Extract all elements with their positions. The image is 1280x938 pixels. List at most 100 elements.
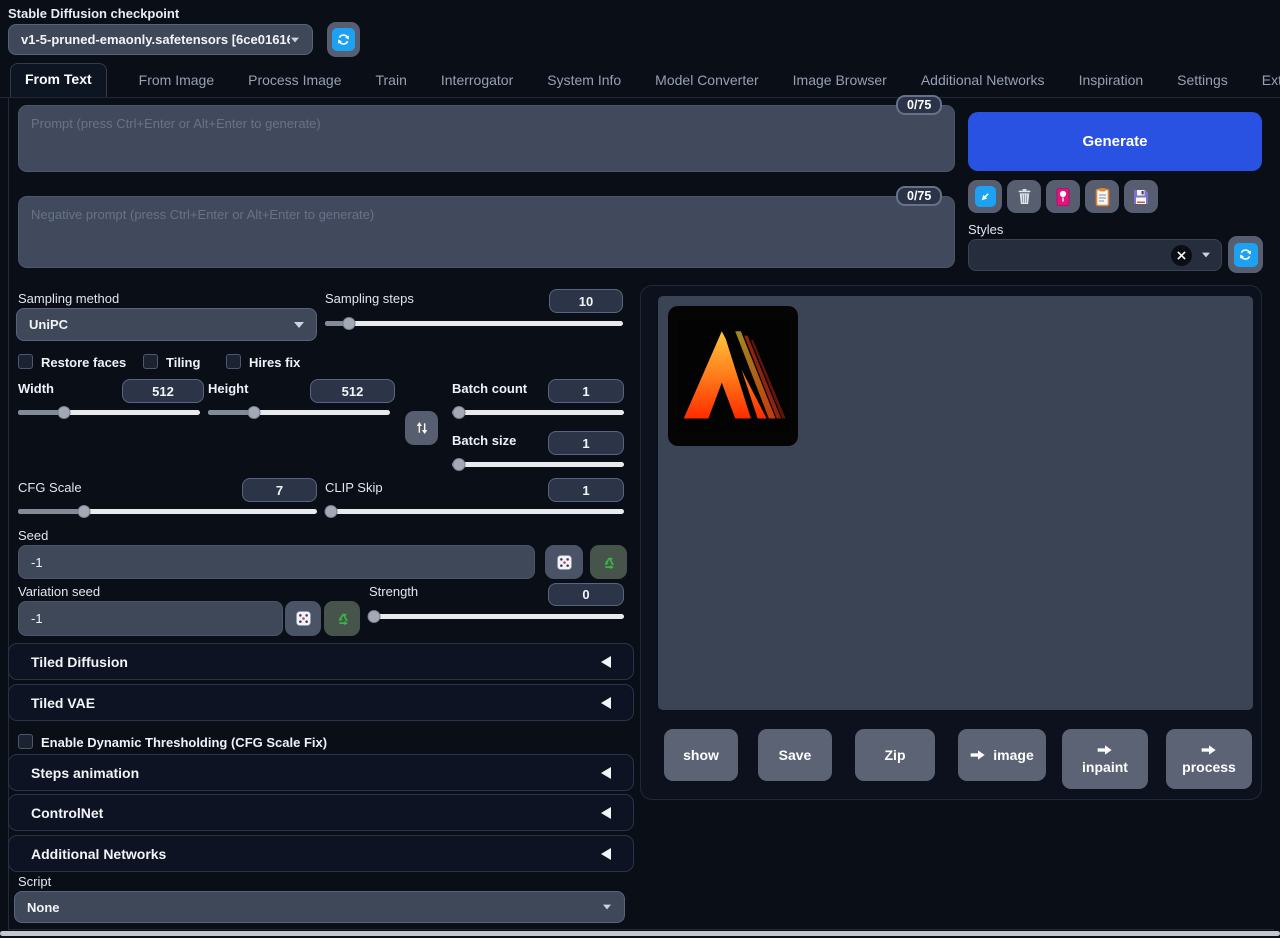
horizontal-scrollbar[interactable]	[0, 931, 1280, 936]
collapse-arrow-icon	[601, 656, 611, 668]
tab-inspiration[interactable]: Inspiration	[1077, 66, 1146, 97]
tab-from-text[interactable]: From Text	[10, 63, 107, 97]
hires-fix-checkbox[interactable]	[226, 354, 241, 369]
batch-count-input[interactable]	[548, 379, 624, 403]
chevron-down-icon	[291, 37, 299, 42]
negative-prompt-token-counter: 0/75	[896, 186, 942, 206]
styles-clear-icon[interactable]	[1171, 245, 1192, 266]
arrow-right-icon	[970, 749, 986, 761]
batch-count-label: Batch count	[452, 381, 527, 396]
reuse-variation-seed-button[interactable]	[324, 601, 360, 636]
send-to-process-button[interactable]: process	[1166, 729, 1252, 789]
swap-width-height-button[interactable]	[405, 411, 438, 445]
script-label: Script	[18, 874, 51, 889]
show-button-label: show	[683, 747, 719, 763]
sampling-method-dropdown[interactable]: UniPC	[16, 308, 317, 341]
collapse-arrow-icon	[601, 767, 611, 779]
clear-prompt-button[interactable]	[1007, 180, 1041, 213]
tab-from-image[interactable]: From Image	[137, 66, 216, 97]
seed-input[interactable]	[18, 545, 535, 579]
accordion-tiled-diffusion[interactable]: Tiled Diffusion	[8, 643, 634, 680]
accordion-title: Steps animation	[31, 765, 139, 781]
collapse-arrow-icon	[601, 697, 611, 709]
checkpoint-refresh-button[interactable]	[327, 22, 360, 57]
extra-networks-button[interactable]	[1046, 180, 1080, 213]
tab-extensions[interactable]: Extensions	[1260, 66, 1280, 97]
clip-skip-slider[interactable]	[325, 505, 624, 518]
styles-select[interactable]	[968, 239, 1222, 271]
checkpoint-dropdown[interactable]: v1-5-pruned-emaonly.safetensors [6ce0161…	[8, 24, 313, 55]
arrow-right-icon	[1097, 744, 1113, 756]
styles-label: Styles	[968, 222, 1003, 237]
accordion-tiled-vae[interactable]: Tiled VAE	[8, 684, 634, 721]
send-to-inpaint-button[interactable]: inpaint	[1062, 729, 1148, 789]
tab-additional-networks[interactable]: Additional Networks	[919, 66, 1047, 97]
flower-card-icon	[1054, 187, 1072, 207]
batch-count-slider[interactable]	[452, 406, 624, 419]
restore-faces-checkbox[interactable]	[18, 354, 33, 369]
sampling-steps-slider[interactable]	[325, 317, 623, 330]
accordion-title: ControlNet	[31, 805, 103, 821]
accordion-steps-animation[interactable]: Steps animation	[8, 754, 634, 791]
tiling-checkbox[interactable]	[143, 354, 158, 369]
random-seed-button[interactable]	[545, 545, 583, 579]
height-label: Height	[208, 381, 248, 396]
save-button[interactable]: Save	[758, 729, 832, 781]
dynamic-thresholding-checkbox[interactable]	[18, 734, 33, 749]
prompt-input[interactable]	[18, 105, 955, 172]
tab-train[interactable]: Train	[373, 66, 408, 97]
height-input[interactable]	[310, 379, 395, 403]
dice-icon	[295, 610, 312, 627]
refresh-icon	[1234, 243, 1258, 267]
tab-interrogator[interactable]: Interrogator	[439, 66, 515, 97]
width-input[interactable]	[122, 379, 204, 403]
generated-image-thumbnail[interactable]	[668, 306, 798, 446]
tab-process-image[interactable]: Process Image	[246, 66, 343, 97]
dynamic-thresholding-label: Enable Dynamic Thresholding (CFG Scale F…	[41, 735, 327, 750]
tab-system-info[interactable]: System Info	[545, 66, 623, 97]
accordion-controlnet[interactable]: ControlNet	[8, 794, 634, 831]
send-to-image-label: image	[993, 747, 1033, 763]
strength-input[interactable]	[548, 583, 624, 606]
cfg-scale-input[interactable]	[242, 478, 317, 502]
tab-image-browser[interactable]: Image Browser	[791, 66, 889, 97]
apply-styles-button[interactable]	[1085, 180, 1119, 213]
paste-generation-params-button[interactable]	[968, 180, 1002, 213]
generate-button[interactable]: Generate	[968, 112, 1262, 171]
script-value: None	[27, 900, 602, 915]
accordion-title: Tiled Diffusion	[31, 654, 128, 670]
random-variation-seed-button[interactable]	[285, 601, 321, 636]
chevron-down-icon	[603, 905, 611, 910]
clip-skip-input[interactable]	[548, 478, 624, 502]
zip-button[interactable]: Zip	[855, 729, 935, 781]
reuse-seed-button[interactable]	[590, 545, 627, 579]
trash-icon	[1015, 187, 1034, 206]
strength-slider[interactable]	[369, 610, 624, 623]
tab-settings[interactable]: Settings	[1175, 66, 1230, 97]
sampling-steps-input[interactable]	[549, 289, 623, 313]
dice-icon	[556, 554, 573, 571]
recycle-icon	[600, 554, 617, 571]
cfg-scale-slider[interactable]	[18, 505, 317, 518]
tab-model-converter[interactable]: Model Converter	[653, 66, 761, 97]
batch-size-input[interactable]	[548, 431, 624, 455]
seed-label: Seed	[18, 528, 48, 543]
show-button[interactable]: show	[664, 729, 738, 781]
save-button-label: Save	[779, 747, 812, 763]
sampling-method-value: UniPC	[29, 317, 294, 332]
batch-size-slider[interactable]	[452, 458, 624, 471]
styles-refresh-button[interactable]	[1228, 236, 1263, 273]
batch-size-label: Batch size	[452, 433, 516, 448]
height-slider[interactable]	[208, 406, 390, 419]
save-style-button[interactable]	[1124, 180, 1158, 213]
send-to-image-button[interactable]: image	[958, 729, 1046, 781]
prompt-token-counter: 0/75	[896, 95, 942, 115]
variation-seed-label: Variation seed	[18, 584, 100, 599]
accordion-additional-networks[interactable]: Additional Networks	[8, 835, 634, 872]
negative-prompt-input[interactable]	[18, 196, 955, 268]
width-slider[interactable]	[18, 406, 200, 419]
script-dropdown[interactable]: None	[14, 891, 625, 923]
cfg-scale-label: CFG Scale	[18, 480, 82, 495]
refresh-icon	[332, 28, 355, 51]
variation-seed-input[interactable]	[18, 601, 283, 636]
